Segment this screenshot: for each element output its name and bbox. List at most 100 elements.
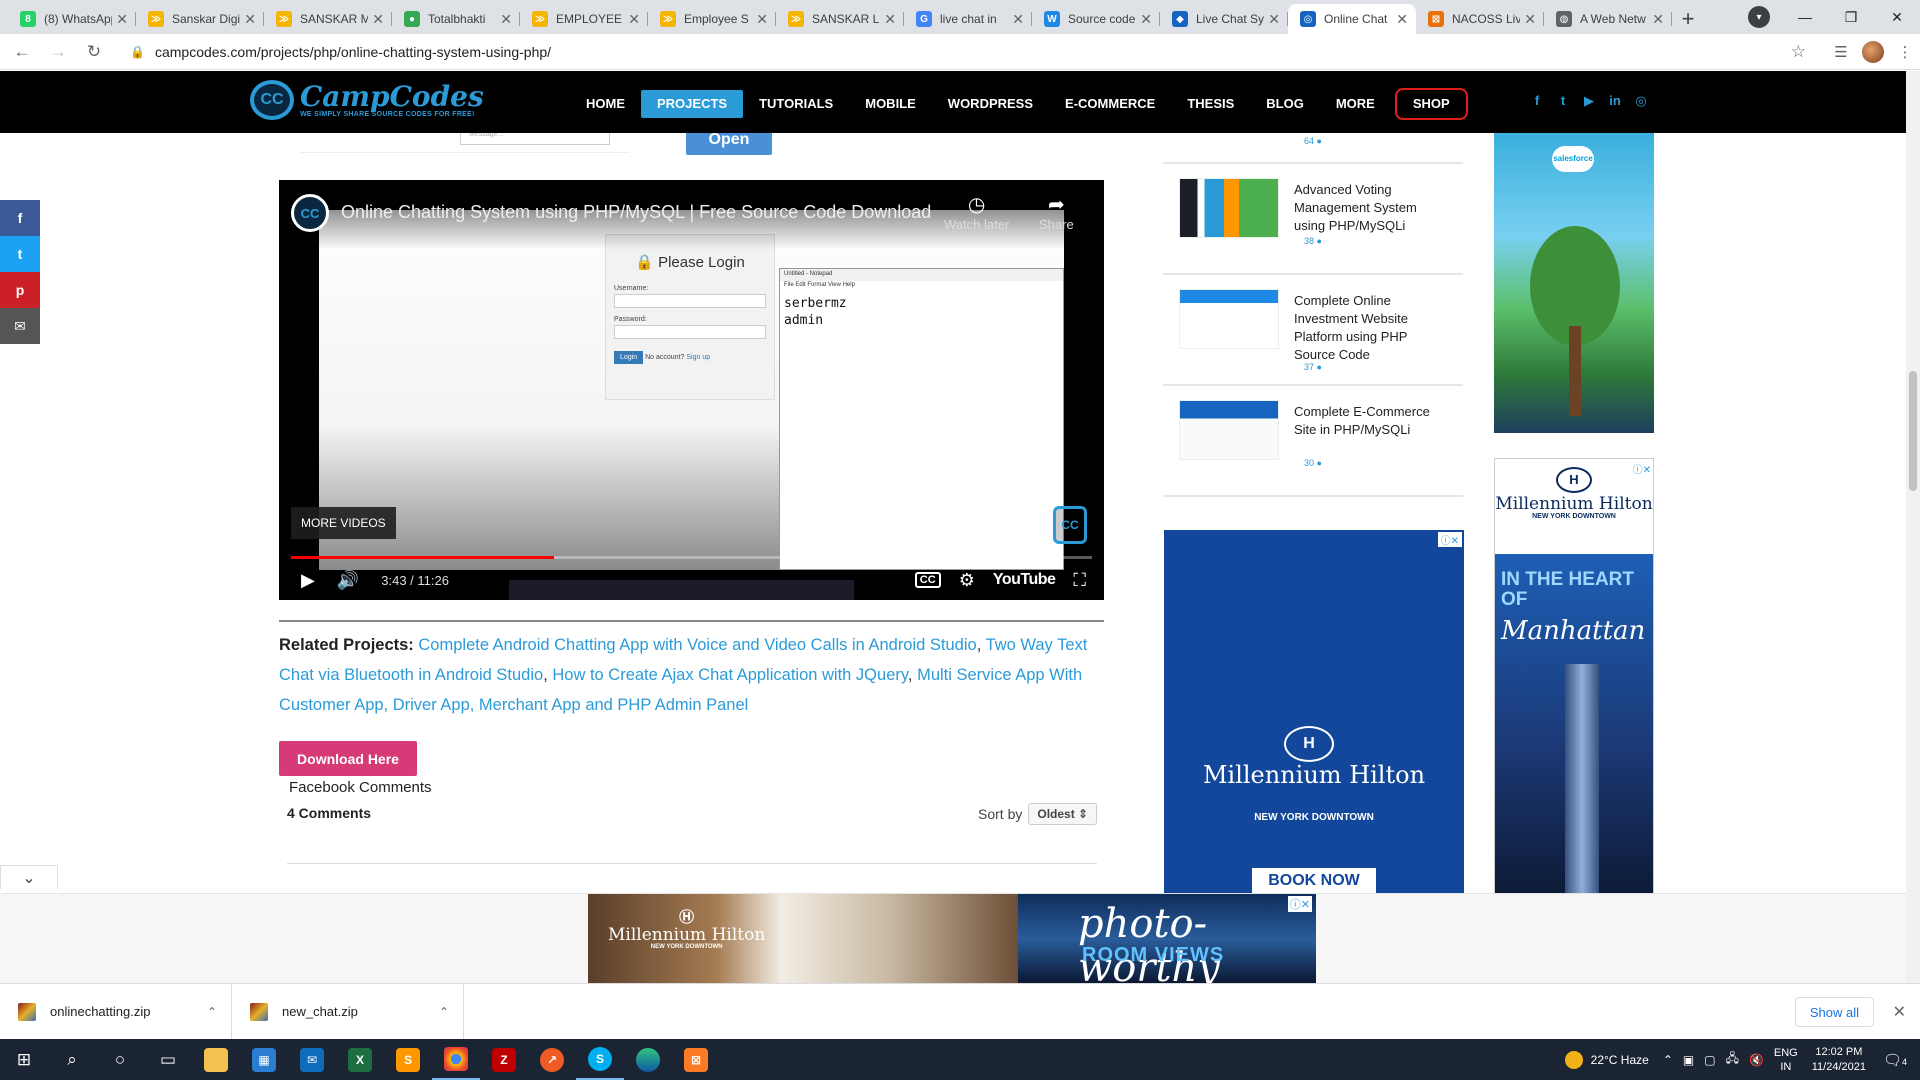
sublime-icon[interactable]: S (384, 1039, 432, 1080)
captions-button[interactable]: CC (914, 572, 941, 588)
close-tab-icon[interactable]: ✕ (1268, 11, 1280, 28)
store-icon[interactable]: ▦ (240, 1039, 288, 1080)
project-thumbnail[interactable] (1179, 400, 1279, 460)
pinterest-icon[interactable]: p (0, 272, 40, 308)
network-icon[interactable]: 🖧 (1726, 1049, 1739, 1070)
browser-tab[interactable]: ≫ SANSKAR LI ✕ (776, 4, 904, 34)
nav-item-home[interactable]: HOME (570, 90, 641, 118)
download-here-button[interactable]: Download Here (279, 741, 417, 776)
twitter-icon[interactable]: t (1556, 93, 1570, 109)
restore-button[interactable]: ❐ (1828, 0, 1874, 34)
chrome-icon[interactable] (432, 1039, 480, 1080)
campcodes-logo[interactable]: CC CampCodes WE SIMPLY SHARE SOURCE CODE… (250, 80, 484, 120)
nav-item-thesis[interactable]: THESIS (1171, 90, 1250, 118)
facebook-icon[interactable]: f (0, 200, 40, 236)
browser-tab[interactable]: 8 (8) WhatsApp ✕ (8, 4, 136, 34)
video-progress-bar[interactable] (291, 556, 1092, 559)
reload-button[interactable]: ↻ (80, 38, 108, 66)
excel-icon[interactable]: X (336, 1039, 384, 1080)
youtube-video-player[interactable]: 🔒 Please Login Username: Password: Login… (279, 180, 1104, 600)
salesforce-ad[interactable]: salesforce (1494, 133, 1654, 433)
browser-tab[interactable]: Glive chat in ✕ (904, 4, 1032, 34)
hilton-ad[interactable]: ⓘ✕ H Millennium Hilton NEW YORK DOWNTOWN… (1164, 530, 1464, 893)
volume-muted-icon[interactable]: 🔇 (1749, 1053, 1764, 1067)
cortana-icon[interactable]: ○ (96, 1039, 144, 1080)
skype-icon[interactable]: S (576, 1039, 624, 1080)
close-tab-icon[interactable]: ✕ (1524, 11, 1536, 28)
chevron-up-icon[interactable]: ⌃ (439, 1005, 449, 1019)
close-window-button[interactable]: ✕ (1874, 0, 1920, 34)
browser-tab[interactable]: ◆ Live Chat Sy ✕ (1160, 4, 1288, 34)
windows-start-icon[interactable]: ⊞ (0, 1039, 48, 1080)
close-tab-icon[interactable]: ✕ (372, 11, 384, 28)
page-scrollbar[interactable] (1906, 71, 1920, 989)
open-button[interactable]: Open (686, 133, 772, 155)
email-icon[interactable]: ✉ (0, 308, 40, 344)
browser-tab[interactable]: W Source code ✕ (1032, 4, 1160, 34)
nav-item-projects[interactable]: PROJECTS (641, 90, 744, 118)
xampp-icon[interactable]: ⊠ (672, 1039, 720, 1080)
sidebar-project-item[interactable]: Complete Online Investment Website Platf… (1163, 275, 1463, 386)
nav-item-more[interactable]: MORE (1320, 90, 1391, 118)
hilton-skyscraper-ad[interactable]: ⓘ✕ H Millennium Hilton NEW YORK DOWNTOWN… (1494, 458, 1654, 893)
profile-avatar[interactable] (1862, 40, 1884, 63)
volume-icon[interactable]: 🔊 (337, 570, 359, 591)
sidebar-project-item[interactable]: Complete E-Commerce Site in PHP/MySQLi 30… (1163, 386, 1463, 497)
mail-icon[interactable]: ✉ (288, 1039, 336, 1080)
minimize-button[interactable]: — (1782, 0, 1828, 34)
close-tab-icon[interactable]: ✕ (116, 11, 128, 28)
browser-tab[interactable]: ≫ Employee S ✕ (648, 4, 776, 34)
fullscreen-icon[interactable]: ⛶ (1073, 570, 1086, 591)
back-button[interactable]: ← (8, 38, 36, 66)
channel-avatar[interactable]: CC (291, 194, 329, 232)
tray-app-icon[interactable]: ▣ (1683, 1053, 1694, 1067)
close-tab-icon[interactable]: ✕ (884, 11, 896, 28)
nav-item-mobile[interactable]: MOBILE (849, 90, 932, 118)
reading-list-icon[interactable]: ☰ (1826, 38, 1856, 66)
channel-watermark[interactable]: CC (1053, 506, 1087, 544)
scrollbar-thumb[interactable] (1909, 371, 1917, 491)
linkedin-icon[interactable]: in (1608, 93, 1622, 109)
nav-item-e-commerce[interactable]: E-COMMERCE (1049, 90, 1171, 118)
bookmark-star-icon[interactable]: ☆ (1791, 42, 1806, 62)
instagram-icon[interactable]: ◎ (1634, 93, 1648, 109)
new-tab-button[interactable]: + (1672, 4, 1704, 34)
browser-tab[interactable]: ≫ Sanskar Digital✕ (136, 4, 264, 34)
menu-kebab-icon[interactable]: ⋮ (1890, 38, 1920, 66)
input-language[interactable]: ENG IN (1774, 1046, 1798, 1074)
nav-item-shop[interactable]: SHOP (1394, 88, 1468, 120)
chevron-up-icon[interactable]: ⌃ (207, 1005, 217, 1019)
project-title[interactable]: Advanced Voting Management System using … (1294, 181, 1444, 235)
close-tab-icon[interactable]: ✕ (756, 11, 768, 28)
browser-tab[interactable]: ● Totalbhakti ✕ (392, 4, 520, 34)
close-tab-icon[interactable]: ✕ (1012, 11, 1024, 28)
browser-tab[interactable]: ≫ EMPLOYEE ✕ (520, 4, 648, 34)
address-bar[interactable]: 🔒 campcodes.com/projects/php/online-chat… (116, 38, 1818, 66)
browser-tab[interactable]: ⊠ NACOSS Liv ✕ (1416, 4, 1544, 34)
close-tab-icon[interactable]: ✕ (500, 11, 512, 28)
close-tab-icon[interactable]: ✕ (1652, 11, 1664, 28)
close-tab-icon[interactable]: ✕ (1140, 11, 1152, 28)
edge-icon[interactable] (624, 1039, 672, 1080)
browser-tab[interactable]: ◎ Online Chat ✕ (1288, 4, 1416, 34)
browser-tab[interactable]: ◍ A Web Netw ✕ (1544, 4, 1672, 34)
related-link-3[interactable]: How to Create Ajax Chat Application with… (552, 666, 908, 684)
adchoices-icon[interactable]: ⓘ✕ (1287, 896, 1312, 912)
watch-later-button[interactable]: ◷ Watch later (944, 192, 1009, 232)
project-title[interactable]: Complete E-Commerce Site in PHP/MySQLi (1294, 403, 1444, 439)
more-videos-button[interactable]: MORE VIDEOS (291, 507, 396, 539)
project-thumbnail[interactable] (1179, 289, 1279, 349)
facebook-icon[interactable]: f (1530, 93, 1544, 109)
close-tab-icon[interactable]: ✕ (244, 11, 256, 28)
browser-tab[interactable]: ≫ SANSKAR M ✕ (264, 4, 392, 34)
sidebar-project-item[interactable]: Advanced Voting Management System using … (1163, 164, 1463, 275)
video-title[interactable]: Online Chatting System using PHP/MySQL |… (341, 202, 931, 223)
taskbar-clock[interactable]: 12:02 PM 11/24/2021 (1812, 1045, 1866, 1075)
download-item[interactable]: new_chat.zip ⌃ (232, 983, 464, 1040)
forward-button[interactable]: → (44, 38, 72, 66)
twitter-icon[interactable]: t (0, 236, 40, 272)
chevron-down-icon[interactable]: ⌄ (0, 865, 58, 889)
adchoices-icon[interactable]: ⓘ✕ (1633, 461, 1651, 476)
search-icon[interactable]: ⌕ (48, 1039, 96, 1080)
show-all-downloads-button[interactable]: Show all (1794, 997, 1874, 1027)
